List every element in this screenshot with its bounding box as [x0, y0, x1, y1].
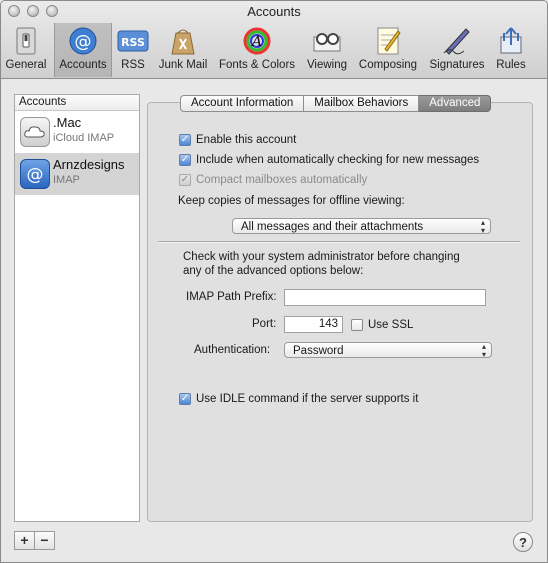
use-ssl-label: Use SSL	[368, 319, 414, 331]
signature-pen-icon	[440, 25, 474, 57]
accounts-sidebar: Accounts .Mac iCloud IMAP @ Arnzdesigns …	[14, 94, 140, 522]
include-checking-checkbox[interactable]: ✓	[179, 154, 191, 166]
rules-icon	[494, 25, 528, 57]
tab-mailbox-behaviors[interactable]: Mailbox Behaviors	[304, 95, 420, 112]
compact-mailboxes-checkbox[interactable]: ✓	[179, 174, 191, 186]
switch-icon	[9, 25, 43, 57]
use-idle-row: ✓ Use IDLE command if the server support…	[179, 391, 418, 407]
toolbar-rss-label: RSS	[121, 59, 145, 71]
toolbar-fonts-colors-label: Fonts & Colors	[218, 59, 296, 71]
svg-text:RSS: RSS	[121, 36, 145, 49]
section-divider	[158, 241, 520, 243]
toolbar-junk-mail-label: Junk Mail	[158, 59, 208, 71]
toolbar-general-label: General	[5, 59, 47, 71]
junk-bag-icon	[166, 25, 200, 57]
keep-copies-value: All messages and their attachments	[241, 221, 424, 233]
toolbar-rss[interactable]: RSS RSS	[114, 25, 152, 75]
admin-note-line1: Check with your system administrator bef…	[183, 251, 460, 263]
compact-mailboxes-row: ✓ Compact mailboxes automatically	[179, 172, 367, 188]
authentication-label: Authentication:	[194, 344, 271, 356]
toolbar-junk-mail[interactable]: Junk Mail	[156, 25, 210, 75]
toolbar: Accounts General @ Accounts RSS RSS Junk…	[1, 1, 547, 79]
preferences-window: Accounts General @ Accounts RSS RSS Junk…	[0, 0, 548, 563]
window-title: Accounts	[247, 4, 301, 19]
toolbar-viewing[interactable]: Viewing	[304, 25, 350, 75]
account-name: Arnzdesigns	[53, 157, 125, 172]
popup-arrows-icon: ▴ ▾	[481, 342, 486, 359]
composing-icon	[371, 25, 405, 57]
enable-account-label: Enable this account	[196, 134, 297, 146]
use-ssl-checkbox[interactable]	[351, 319, 363, 331]
toolbar-rules[interactable]: Rules	[493, 25, 529, 75]
imap-prefix-label: IMAP Path Prefix:	[186, 291, 277, 303]
keep-copies-label: Keep copies of messages for offline view…	[178, 195, 405, 207]
account-row-mac[interactable]: .Mac iCloud IMAP	[15, 111, 139, 153]
tab-advanced[interactable]: Advanced	[419, 95, 492, 112]
include-checking-row: ✓ Include when automatically checking fo…	[179, 152, 479, 168]
tab-bar: Account Information Mailbox Behaviors Ad…	[180, 95, 492, 112]
popup-arrows-icon: ▴ ▾	[480, 218, 485, 235]
sidebar-header: Accounts	[15, 95, 139, 111]
at-icon: @	[20, 159, 50, 189]
svg-text:@: @	[27, 165, 44, 185]
rss-icon: RSS	[116, 25, 150, 57]
keep-copies-popup[interactable]: All messages and their attachments ▴ ▾	[232, 218, 491, 235]
use-idle-label: Use IDLE command if the server supports …	[196, 393, 419, 405]
account-name: .Mac	[53, 115, 82, 130]
authentication-popup[interactable]: Password ▴ ▾	[284, 342, 492, 359]
authentication-value: Password	[293, 345, 344, 357]
account-row-arnzdesigns[interactable]: @ Arnzdesigns IMAP	[15, 153, 139, 195]
toolbar-signatures-label: Signatures	[429, 59, 485, 71]
toolbar-fonts-colors[interactable]: A Fonts & Colors	[215, 25, 299, 75]
admin-note-line2: any of the advanced options below:	[183, 265, 364, 277]
toolbar-signatures[interactable]: Signatures	[426, 25, 488, 75]
toolbar-rules-label: Rules	[496, 59, 526, 71]
font-colors-icon: A	[240, 25, 274, 57]
toolbar-accounts-label: Accounts	[59, 59, 107, 71]
account-buttons: + −	[14, 531, 55, 550]
tab-account-information[interactable]: Account Information	[180, 95, 305, 112]
use-idle-checkbox[interactable]: ✓	[179, 393, 191, 405]
port-label: Port:	[252, 318, 277, 330]
compact-mailboxes-label: Compact mailboxes automatically	[196, 174, 368, 186]
account-type: iCloud IMAP	[53, 132, 115, 144]
at-icon: @	[66, 25, 100, 57]
toolbar-accounts[interactable]: @ Accounts	[54, 23, 112, 77]
viewing-icon	[310, 25, 344, 57]
svg-text:@: @	[75, 32, 92, 52]
enable-account-checkbox[interactable]: ✓	[179, 134, 191, 146]
use-ssl-row: Use SSL	[351, 317, 413, 333]
help-button[interactable]: ?	[513, 532, 533, 552]
toolbar-viewing-label: Viewing	[306, 59, 348, 71]
include-checking-label: Include when automatically checking for …	[196, 154, 480, 166]
account-type: IMAP	[53, 174, 80, 186]
add-account-button[interactable]: +	[14, 531, 35, 550]
toolbar-composing-label: Composing	[358, 59, 418, 71]
cloud-icon	[20, 117, 50, 147]
toolbar-general[interactable]: General	[4, 25, 48, 75]
toolbar-composing[interactable]: Composing	[356, 25, 420, 75]
enable-account-row: ✓ Enable this account	[179, 132, 296, 148]
svg-text:A: A	[250, 34, 262, 50]
imap-prefix-input[interactable]	[284, 289, 486, 306]
port-input[interactable]: 143	[284, 316, 343, 333]
remove-account-button[interactable]: −	[35, 531, 55, 550]
